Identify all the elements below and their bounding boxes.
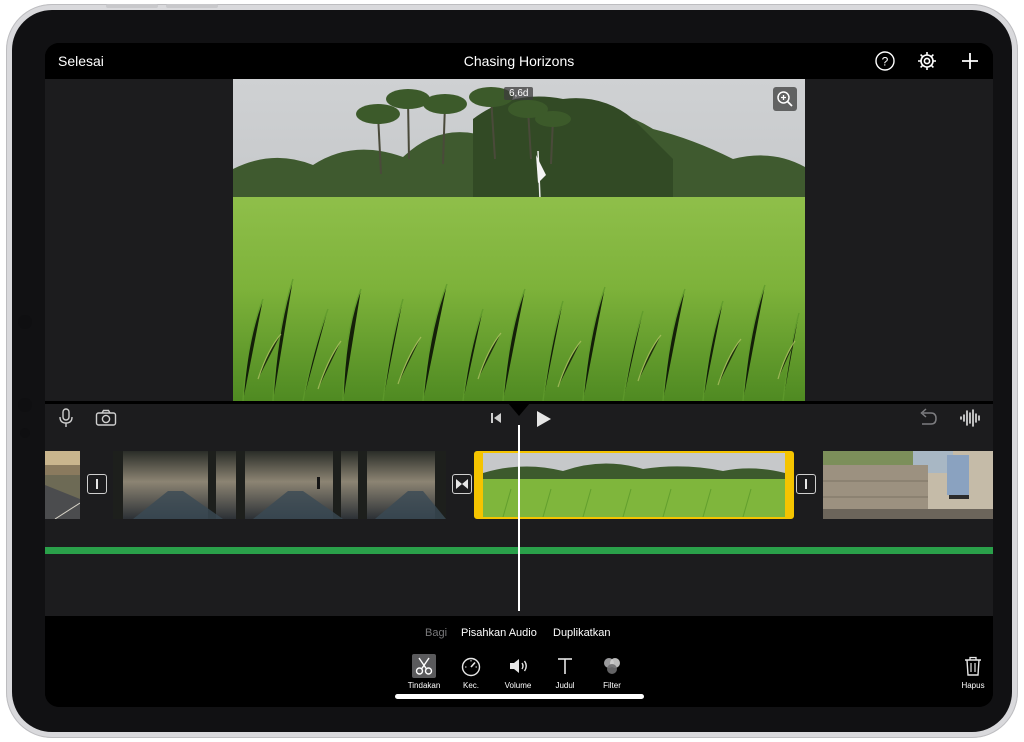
scissors-icon: [412, 654, 436, 678]
delete-label: Hapus: [961, 681, 985, 690]
speedometer-icon: [461, 657, 481, 677]
microphone-icon[interactable]: [57, 407, 75, 429]
add-plus-icon[interactable]: [959, 50, 981, 72]
video-preview[interactable]: 6,6d: [233, 79, 805, 401]
tool-titles-label: Judul: [555, 681, 575, 690]
timeline[interactable]: [45, 401, 993, 616]
transition-cut[interactable]: [796, 474, 816, 494]
bezel-dot: [18, 315, 32, 329]
zoom-in-icon[interactable]: [773, 87, 797, 111]
playhead-marker: [508, 403, 530, 416]
bezel-dot: [18, 398, 32, 412]
play-icon[interactable]: [534, 409, 554, 429]
bottom-tool-panel: Bagi Pisahkan Audio Duplikatkan Tindakan: [45, 616, 993, 707]
top-bar: Selesai Chasing Horizons ?: [45, 43, 993, 79]
volume-down-button: [166, 4, 218, 8]
split-action-button[interactable]: Bagi: [425, 627, 447, 639]
imovie-screen: Selesai Chasing Horizons ? 6,6d Bagi Pis…: [45, 43, 993, 707]
clip-forest-road-cyclist[interactable]: [113, 451, 446, 519]
rice-field-frame-image: [233, 79, 805, 401]
transition-cross-dissolve[interactable]: [452, 474, 472, 494]
help-icon[interactable]: ?: [874, 50, 896, 72]
tool-speed[interactable]: Kec.: [451, 654, 491, 690]
svg-text:?: ?: [882, 55, 889, 69]
home-indicator[interactable]: [395, 694, 644, 699]
ipad-frame: Selesai Chasing Horizons ? 6,6d Bagi Pis…: [6, 4, 1018, 738]
project-title: Chasing Horizons: [463, 53, 575, 69]
text-title-icon: [558, 658, 572, 674]
tool-titles[interactable]: Judul: [545, 654, 585, 690]
detach-audio-button[interactable]: Pisahkan Audio: [461, 627, 537, 639]
clip-duration-badge: 6,6d: [504, 87, 534, 100]
tool-volume-label: Volume: [504, 681, 532, 690]
delete-button[interactable]: Hapus: [953, 654, 993, 690]
tool-volume[interactable]: Volume: [498, 654, 538, 690]
duplicate-button[interactable]: Duplikatkan: [553, 627, 610, 639]
tool-filter-label: Filter: [603, 681, 621, 690]
bezel-dot: [20, 428, 30, 438]
clip-stone-wall-skater[interactable]: [823, 451, 993, 519]
skip-to-start-icon[interactable]: [489, 411, 503, 425]
transition-cut[interactable]: [87, 474, 107, 494]
tool-actions-label: Tindakan: [407, 681, 441, 690]
filter-circles-icon: [604, 658, 620, 674]
playhead-line[interactable]: [518, 425, 520, 611]
undo-icon[interactable]: [917, 408, 939, 428]
volume-up-button: [106, 4, 158, 8]
clip-rice-field-selected[interactable]: [474, 451, 794, 519]
clip-road-sunset[interactable]: [45, 451, 80, 519]
trash-icon: [965, 656, 981, 676]
speaker-icon: [510, 659, 527, 673]
settings-gear-icon[interactable]: [916, 50, 938, 72]
camera-icon[interactable]: [95, 409, 117, 427]
audio-waveform-icon[interactable]: [959, 408, 983, 428]
tool-filter[interactable]: Filter: [592, 654, 632, 690]
tool-speed-label: Kec.: [462, 681, 479, 690]
tool-actions[interactable]: Tindakan: [404, 654, 444, 690]
